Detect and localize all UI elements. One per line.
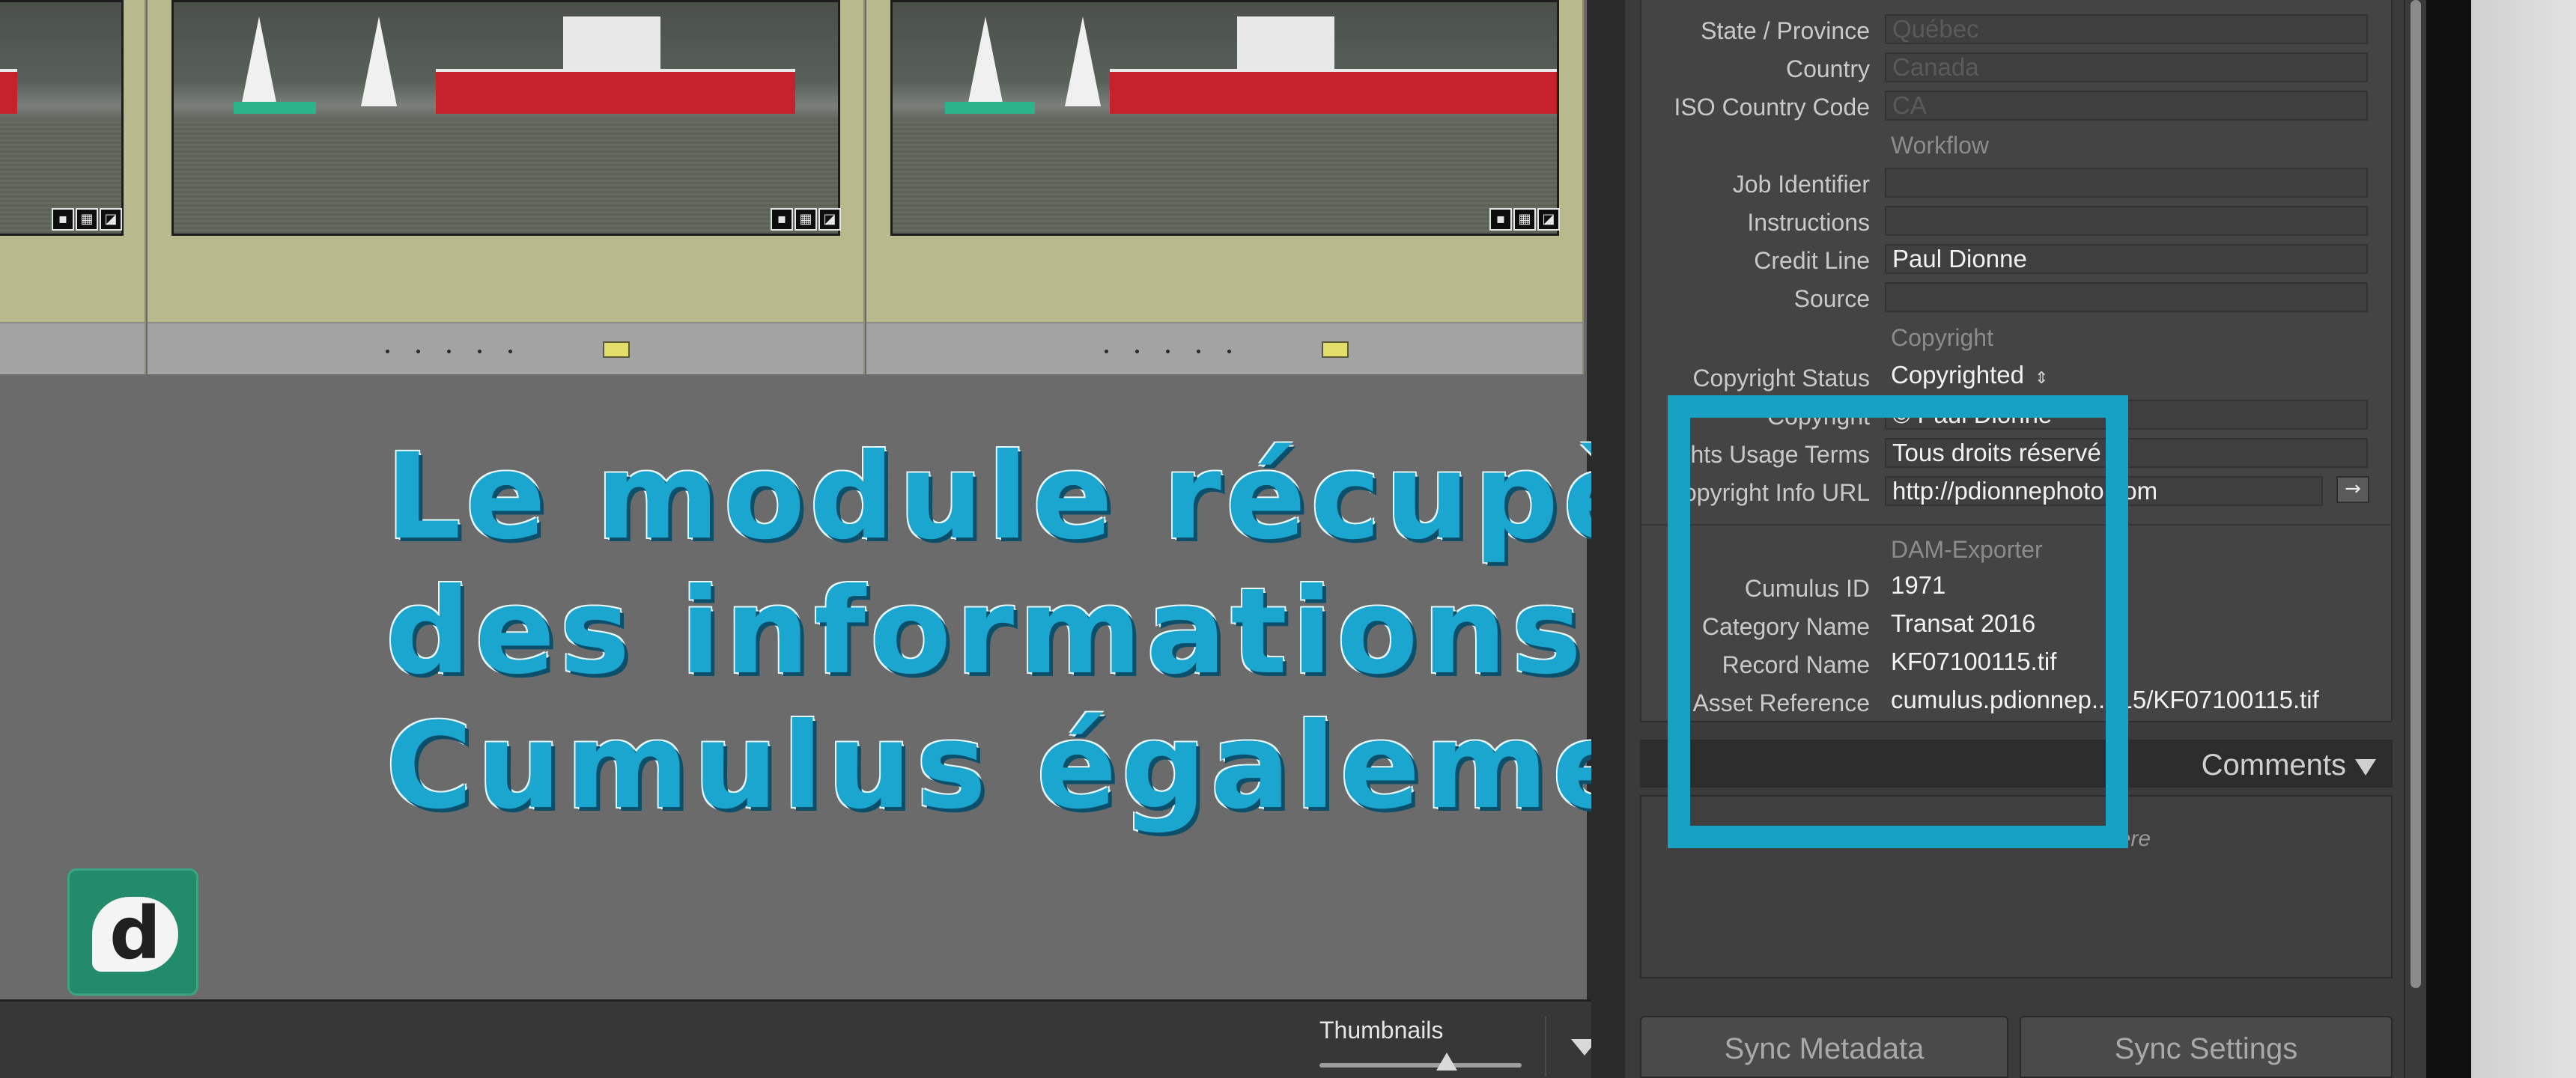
brand-logo: d xyxy=(67,868,198,996)
rating-dot[interactable] xyxy=(1227,350,1231,353)
overlay-caption-line-1: Le module récupère xyxy=(386,428,1796,566)
rating-dot[interactable] xyxy=(447,350,451,353)
section-title-copyright: Copyright xyxy=(1891,324,1993,351)
field-label: Job Identifier xyxy=(1732,171,1870,198)
field-label: Country xyxy=(1785,55,1870,82)
thumbnail-size-slider-knob[interactable] xyxy=(1436,1053,1458,1071)
field-credit-line: Credit Line Paul Dionne xyxy=(1641,241,2394,277)
cell-footer xyxy=(0,322,145,374)
open-url-arrow-button[interactable]: → xyxy=(2336,476,2369,503)
field-source: Source xyxy=(1641,279,2394,315)
rating-dot[interactable] xyxy=(416,350,420,353)
thumbnail-image[interactable] xyxy=(0,0,124,236)
flag-icon[interactable]: ▪ xyxy=(771,208,793,231)
country-field[interactable]: Canada xyxy=(1885,52,2368,82)
thumbnail-image[interactable] xyxy=(171,0,840,236)
rating-dot[interactable] xyxy=(1197,350,1200,353)
highlight-box xyxy=(1668,395,2128,848)
rating-dot[interactable] xyxy=(508,350,512,353)
thumbnail-image[interactable] xyxy=(890,0,1559,236)
rating-dot[interactable] xyxy=(1166,350,1170,353)
window-edge xyxy=(2426,0,2471,1078)
field-label: Instructions xyxy=(1747,209,1870,236)
grid-cell[interactable]: ▪ ▦ ◪ xyxy=(0,0,146,374)
credit-line-field[interactable]: Paul Dionne xyxy=(1885,244,2368,274)
grid-icon[interactable]: ▦ xyxy=(76,208,98,231)
cell-footer xyxy=(866,322,1582,374)
flag-icon[interactable]: ▪ xyxy=(1489,208,1512,231)
job-identifier-field[interactable] xyxy=(1885,168,2368,198)
rating-dot[interactable] xyxy=(1105,350,1108,353)
overlay-caption-line-3: Cumulus également xyxy=(386,698,1787,835)
thumbnails-label: Thumbnails xyxy=(1319,1017,1444,1044)
field-copyright-status: Copyright Status Copyrighted ⇕ xyxy=(1641,359,2394,395)
crop-icon[interactable]: ◪ xyxy=(1537,208,1560,231)
rating-dot[interactable] xyxy=(386,350,389,353)
iso-country-code-field[interactable]: CA xyxy=(1885,91,2368,121)
toolbar-divider xyxy=(1545,1017,1546,1077)
copyright-status-value: Copyrighted xyxy=(1891,362,2024,389)
thumbnail-size-slider[interactable] xyxy=(1319,1063,1522,1068)
field-label: Credit Line xyxy=(1754,247,1870,274)
field-job-identifier: Job Identifier xyxy=(1641,165,2394,201)
panel-scrollbar[interactable] xyxy=(2404,0,2426,1078)
field-state-province: State / Province Québec xyxy=(1641,11,2394,47)
copyright-status-select[interactable]: Copyrighted ⇕ xyxy=(1885,362,2368,392)
color-label-yellow[interactable] xyxy=(603,341,630,358)
field-country: Country Canada xyxy=(1641,49,2394,85)
grid-icon[interactable]: ▦ xyxy=(1513,208,1536,231)
logo-glyph: d xyxy=(92,897,178,972)
grid-icon[interactable]: ▦ xyxy=(795,208,817,231)
color-label-yellow[interactable] xyxy=(1322,341,1349,358)
field-label: Source xyxy=(1793,285,1870,312)
desktop-background xyxy=(2471,0,2576,1078)
comments-title: Comments xyxy=(2201,749,2346,782)
grid-cell[interactable]: ▪ ▦ ◪ xyxy=(148,0,865,374)
overlay-caption-line-2: des informations de xyxy=(386,563,1806,701)
instructions-field[interactable] xyxy=(1885,206,2368,236)
select-stepper-icon: ⇕ xyxy=(2034,368,2049,387)
sync-metadata-button[interactable]: Sync Metadata xyxy=(1640,1016,2008,1078)
field-instructions: Instructions xyxy=(1641,203,2394,239)
state-province-field[interactable]: Québec xyxy=(1885,14,2368,44)
field-label: Copyright Status xyxy=(1692,365,1870,392)
crop-icon[interactable]: ◪ xyxy=(100,208,122,231)
cell-footer xyxy=(148,322,863,374)
flag-icon[interactable]: ▪ xyxy=(52,208,74,231)
library-grid: ▪ ▦ ◪ ▪ ▦ ◪ ▪ ▦ ◪ Le module récupère des… xyxy=(0,0,1806,999)
scrollbar-thumb[interactable] xyxy=(2411,0,2421,988)
field-label: ISO Country Code xyxy=(1674,94,1870,121)
collapse-triangle-icon[interactable] xyxy=(2355,759,2376,776)
rating-dot[interactable] xyxy=(1135,350,1139,353)
panel-gutter xyxy=(1591,0,1625,1078)
section-title-workflow: Workflow xyxy=(1891,132,1989,159)
field-iso-country-code: ISO Country Code CA xyxy=(1641,88,2394,124)
field-label: State / Province xyxy=(1701,17,1870,44)
sync-settings-button[interactable]: Sync Settings xyxy=(2020,1016,2393,1078)
source-field[interactable] xyxy=(1885,282,2368,312)
bottom-toolbar: Thumbnails xyxy=(0,999,1625,1078)
grid-cell[interactable]: ▪ ▦ ◪ xyxy=(866,0,1584,374)
rating-dot[interactable] xyxy=(478,350,482,353)
crop-icon[interactable]: ◪ xyxy=(818,208,841,231)
